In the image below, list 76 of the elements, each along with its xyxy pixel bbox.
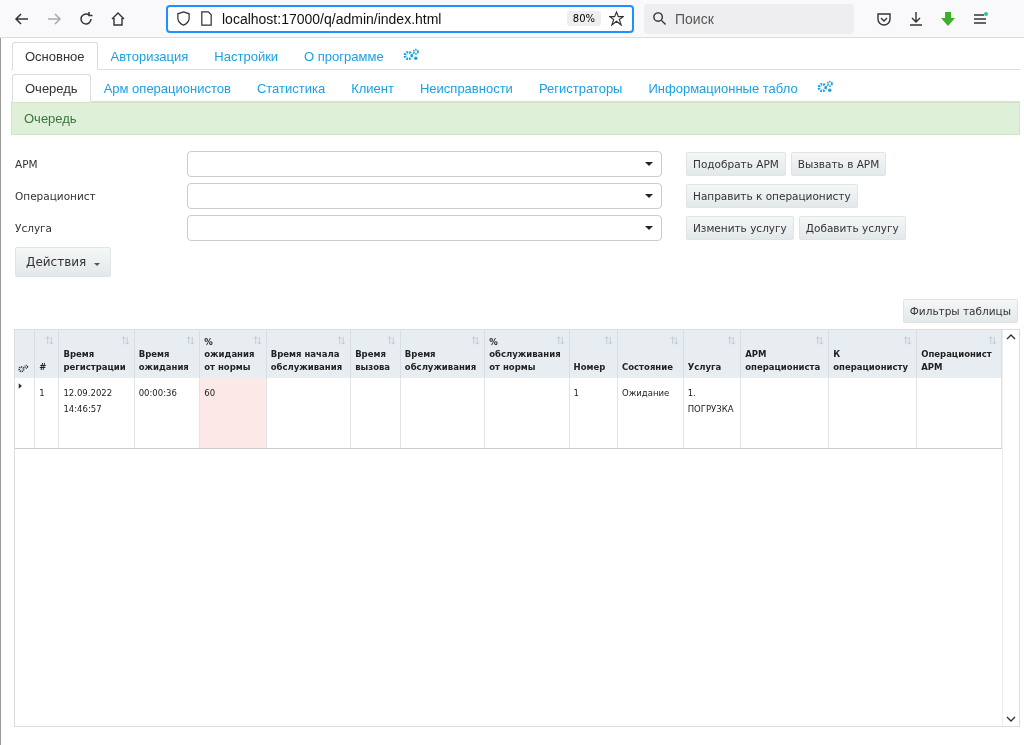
column-header[interactable]: Услуга xyxy=(683,330,741,378)
table-cell: 60 xyxy=(199,378,267,448)
sort-icon[interactable] xyxy=(555,336,565,345)
shield-icon[interactable] xyxy=(176,11,191,26)
column-header[interactable]: Операционист АРМ xyxy=(916,330,1002,378)
column-header[interactable]: Время обслуживания xyxy=(400,330,485,378)
table-cell: 1. ПОГРУЗКА xyxy=(683,378,741,448)
action-button[interactable]: Направить к операционисту xyxy=(686,184,858,208)
column-header[interactable]: # xyxy=(34,330,59,378)
menu-icon[interactable] xyxy=(972,10,988,27)
sort-icon[interactable] xyxy=(120,336,130,345)
action-button[interactable]: Добавить услугу xyxy=(798,216,906,240)
column-header[interactable]: Время регистрации xyxy=(58,330,135,378)
download-icon[interactable] xyxy=(908,10,924,27)
home-icon[interactable] xyxy=(110,10,126,27)
sort-icon[interactable] xyxy=(988,336,998,345)
column-header[interactable]: АРМ операциониста xyxy=(740,330,829,378)
actions-dropdown-button[interactable]: Действия xyxy=(15,247,112,277)
caret-icon xyxy=(645,194,653,198)
column-header[interactable]: Время ожидания xyxy=(134,330,200,378)
table-cell xyxy=(350,378,401,448)
tab[interactable]: Очередь xyxy=(12,74,91,102)
caret-icon xyxy=(645,162,653,166)
address-bar[interactable]: localhost:17000/q/admin/index.html 80% xyxy=(166,4,634,33)
dropdown-field[interactable] xyxy=(187,215,662,241)
caret-icon xyxy=(645,226,653,230)
expand-icon[interactable] xyxy=(18,383,22,389)
table-cell: 12.09.2022 14:46:57 xyxy=(58,378,135,448)
action-button[interactable]: Подобрать АРМ xyxy=(686,152,786,176)
zoom-badge[interactable]: 80% xyxy=(566,11,601,26)
scroll-up-icon[interactable] xyxy=(1006,334,1017,340)
action-button[interactable]: Изменить услугу xyxy=(686,216,794,240)
panel-title: Очередь xyxy=(24,111,77,126)
field-label: Операционист xyxy=(15,190,97,202)
table-cell: 00:00:36 xyxy=(134,378,200,448)
search-icon xyxy=(652,11,667,26)
column-header[interactable]: Время начала обслуживания xyxy=(266,330,351,378)
sort-icon[interactable] xyxy=(815,336,825,345)
pocket-icon[interactable] xyxy=(876,10,892,27)
sort-icon[interactable] xyxy=(471,336,481,345)
column-header[interactable]: Номер xyxy=(569,330,618,378)
reload-icon[interactable] xyxy=(78,10,94,27)
sort-icon[interactable] xyxy=(604,336,613,345)
forward-icon[interactable] xyxy=(46,10,62,27)
sort-icon[interactable] xyxy=(903,336,913,345)
search-input[interactable]: Поиск xyxy=(673,9,837,28)
extension-icon[interactable] xyxy=(940,10,956,27)
search-field[interactable]: Поиск xyxy=(644,3,854,34)
page-icon xyxy=(199,11,214,26)
table-cell: Ожидание xyxy=(617,378,684,448)
dropdown-field[interactable] xyxy=(187,183,662,209)
back-icon[interactable] xyxy=(14,10,30,27)
scroll-down-icon[interactable] xyxy=(1006,716,1017,722)
column-header[interactable]: Состояние xyxy=(617,330,684,378)
table-cell: 1 xyxy=(34,378,59,448)
column-header[interactable]: Время вызова xyxy=(350,330,401,378)
star-icon[interactable] xyxy=(609,11,624,26)
sort-icon[interactable] xyxy=(186,336,196,345)
sort-icon[interactable] xyxy=(252,336,262,345)
column-header[interactable]: К операционисту xyxy=(828,330,917,378)
caret-icon xyxy=(94,263,101,266)
field-label: Услуга xyxy=(15,222,54,234)
field-label: АРМ xyxy=(15,158,39,170)
sort-icon[interactable] xyxy=(727,336,737,345)
sort-icon[interactable] xyxy=(386,336,396,345)
column-header[interactable]: % ожидания от нормы xyxy=(199,330,267,378)
sort-icon[interactable] xyxy=(337,336,347,345)
gears-icon[interactable] xyxy=(18,364,29,373)
sort-icon[interactable] xyxy=(669,336,679,345)
tab[interactable]: Основное xyxy=(12,42,98,70)
action-button[interactable]: Вызвать в АРМ xyxy=(790,152,887,176)
dropdown-field[interactable] xyxy=(187,151,662,177)
table-filters-button[interactable]: Фильтры таблицы xyxy=(902,299,1018,323)
column-header[interactable]: % обслуживания от нормы xyxy=(484,330,570,378)
table-cell: 1 xyxy=(569,378,618,448)
sort-icon[interactable] xyxy=(45,336,55,345)
